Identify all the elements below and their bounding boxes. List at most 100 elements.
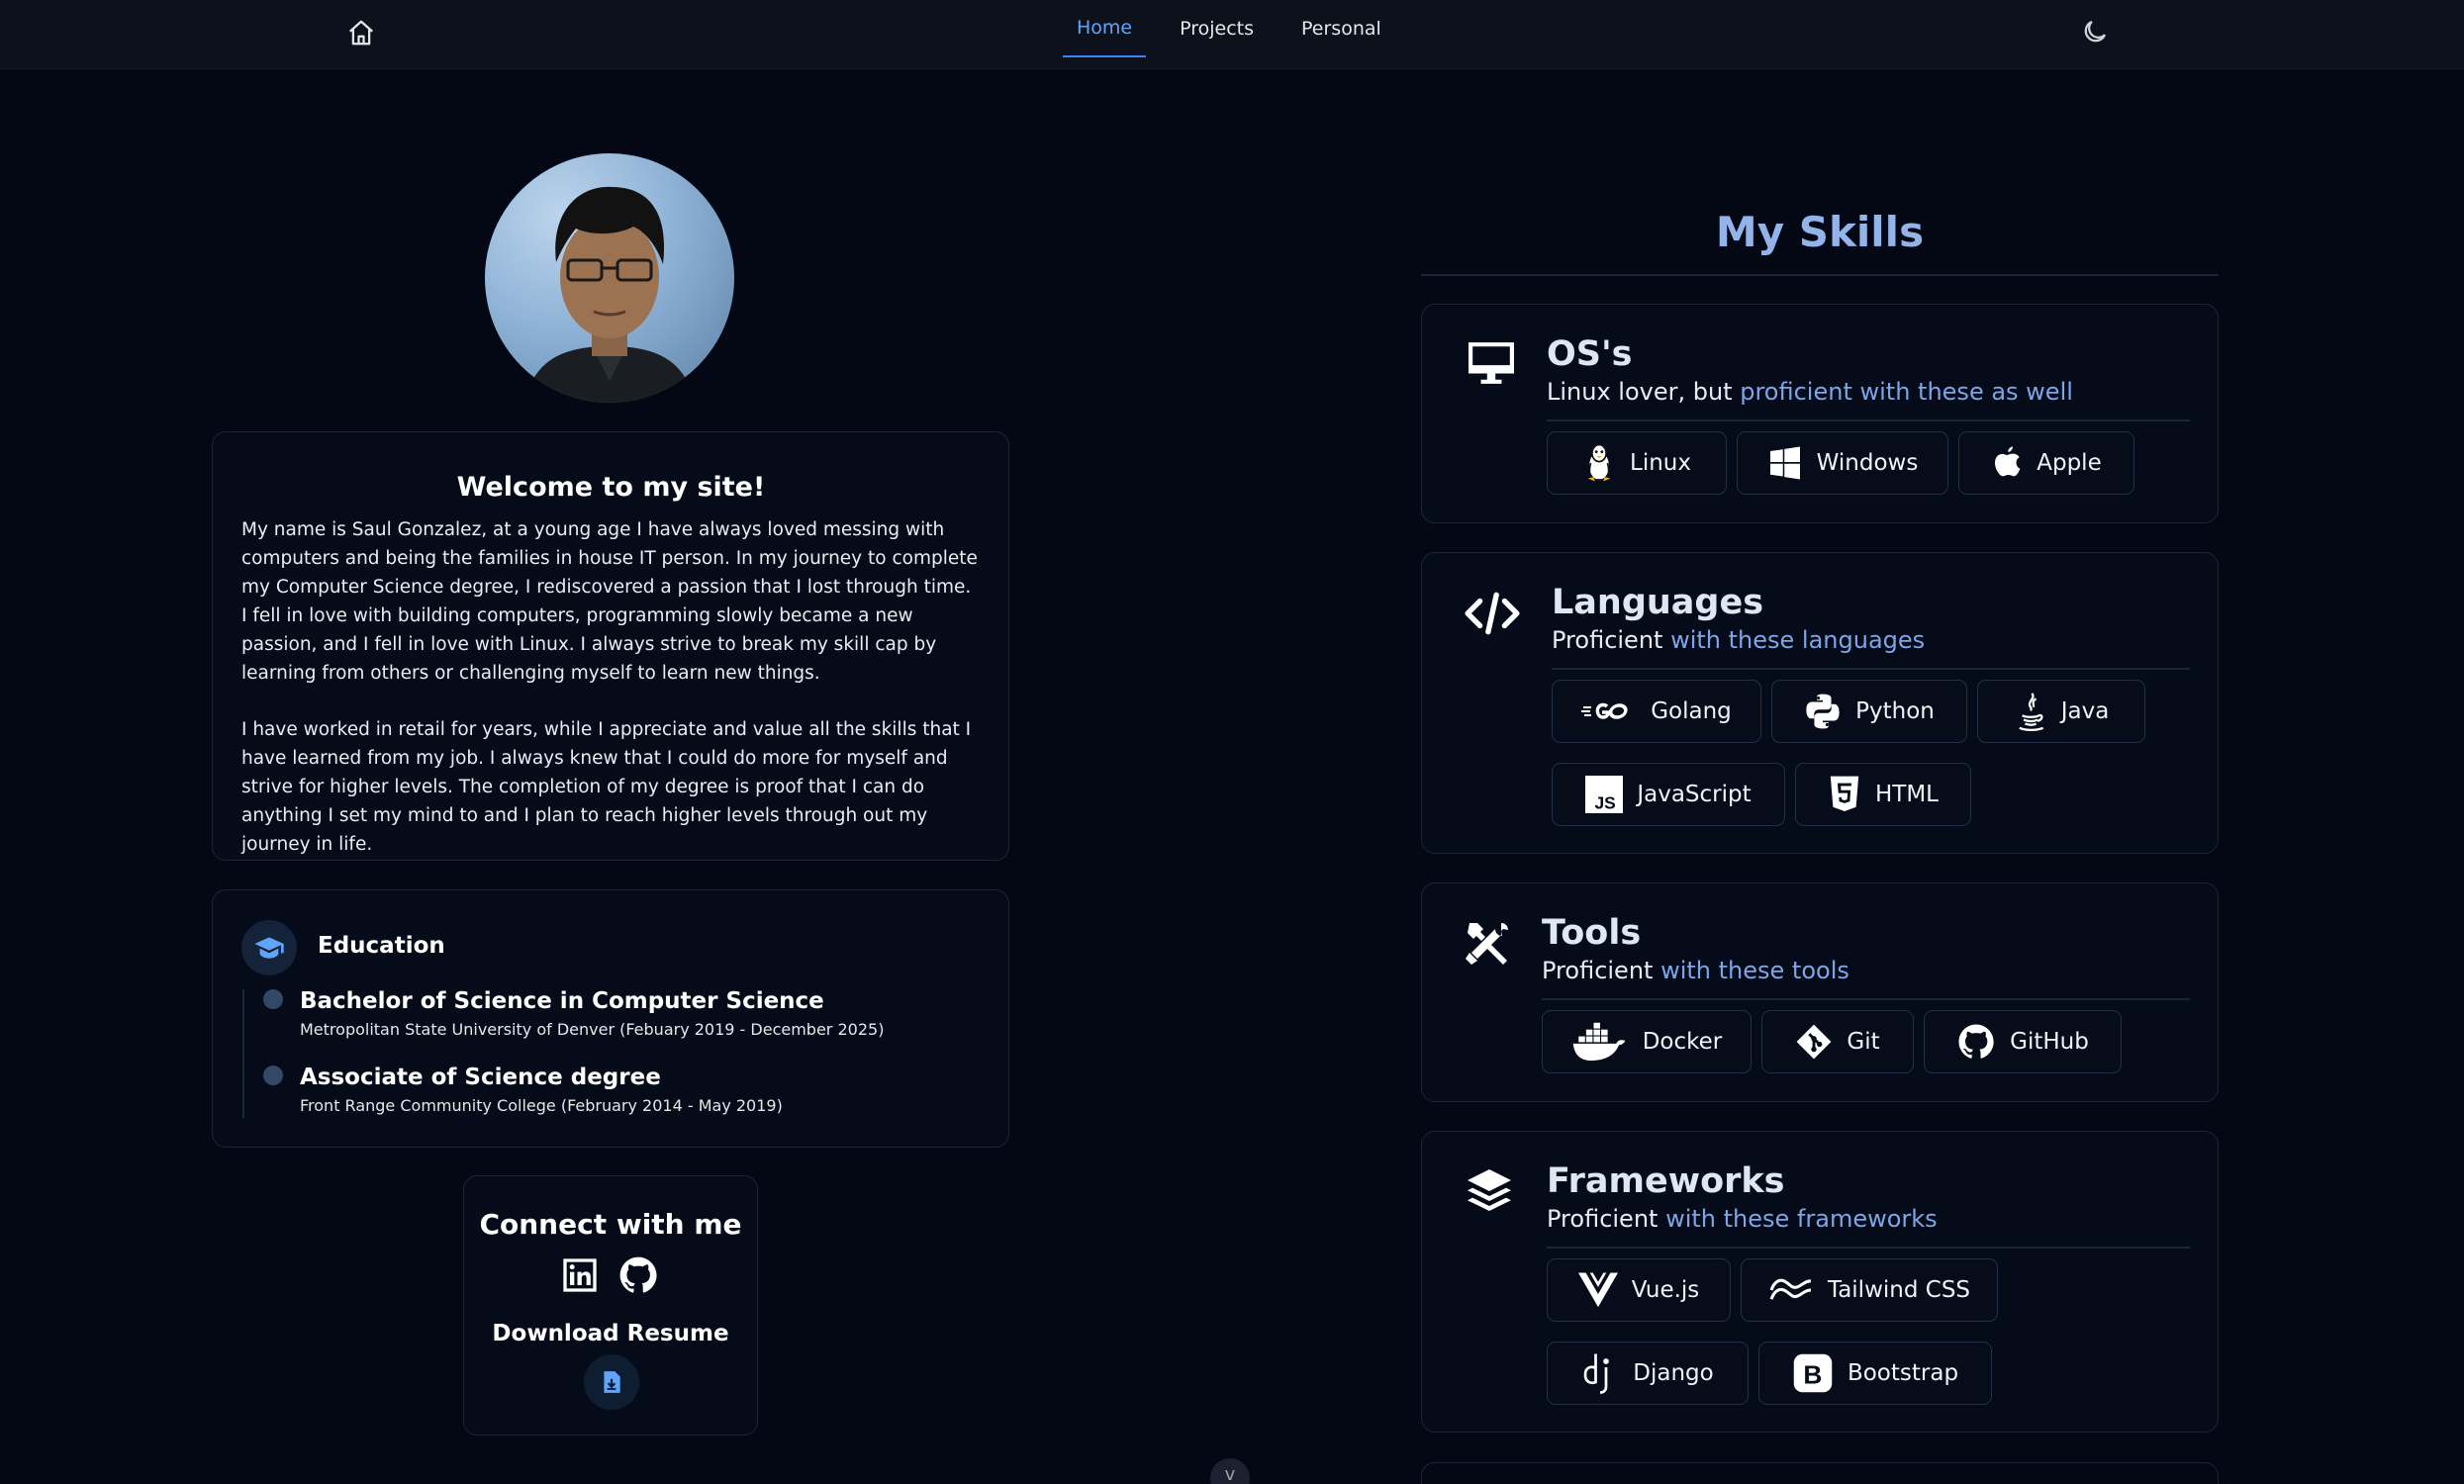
monitor-icon xyxy=(1469,342,1514,384)
section-subtitle: Proficient with these languages xyxy=(1552,626,1925,654)
skill-label: Docker xyxy=(1642,1029,1723,1055)
download-resume-button[interactable] xyxy=(584,1354,639,1410)
section-subtitle: Linux lover, but proficient with these a… xyxy=(1547,378,2073,406)
skill-label: Apple xyxy=(2037,450,2102,476)
golang-icon xyxy=(1581,702,1628,719)
bootstrap-icon: B xyxy=(1793,1353,1833,1393)
divider xyxy=(1547,419,2190,421)
divider xyxy=(1552,668,2190,670)
subtitle-text: with xyxy=(1662,626,1729,654)
skill-chip-java: Java xyxy=(1977,680,2145,743)
connect-title: Connect with me xyxy=(479,1208,742,1241)
skill-chip-vuejs: Vue.js xyxy=(1547,1258,1731,1322)
skill-chip-django: Django xyxy=(1547,1342,1749,1405)
subtitle-text: with xyxy=(1653,957,1719,984)
profile-photo xyxy=(485,153,734,403)
download-resume-label: Download Resume xyxy=(492,1321,729,1346)
welcome-paragraph-1: My name is Saul Gonzalez, at a young age… xyxy=(241,519,978,684)
timeline-line xyxy=(242,989,244,1118)
skill-chip-python: Python xyxy=(1771,680,1967,743)
skill-label: Windows xyxy=(1816,450,1919,476)
skill-chip-html: HTML xyxy=(1795,763,1971,826)
linkedin-icon[interactable] xyxy=(560,1255,600,1295)
skill-chip-windows: Windows xyxy=(1737,431,1948,495)
skills-title: My Skills xyxy=(1715,208,1925,256)
skill-label: HTML xyxy=(1874,782,1939,807)
skill-label: GitHub xyxy=(2010,1029,2089,1055)
git-icon xyxy=(1796,1024,1832,1060)
school-info: Front Range Community College (February … xyxy=(300,1096,783,1115)
subtitle-highlight: these tools xyxy=(1718,957,1849,984)
divider xyxy=(1421,274,2219,276)
django-icon xyxy=(1583,1353,1610,1394)
skill-label: Java xyxy=(2060,698,2110,724)
divider xyxy=(1542,998,2190,1000)
skills-card-os: OS's Linux lover, but proficient with th… xyxy=(1421,304,2219,523)
timeline-dot xyxy=(263,989,283,1009)
skill-label: Git xyxy=(1847,1029,1880,1055)
svg-text:B: B xyxy=(1803,1360,1822,1390)
divider xyxy=(1547,1247,2190,1249)
linux-tux-icon xyxy=(1587,443,1611,482)
nav-link-personal[interactable]: Personal xyxy=(1287,0,1395,57)
github-icon[interactable] xyxy=(617,1254,659,1296)
skill-label: Bootstrap xyxy=(1847,1360,1959,1386)
windows-icon xyxy=(1769,446,1800,480)
tailwind-icon xyxy=(1769,1278,1812,1300)
skills-card-tools: Tools Proficient with these tools Docker… xyxy=(1421,882,2219,1102)
javascript-icon: JS xyxy=(1585,776,1624,813)
education-card: Education Bachelor of Science in Compute… xyxy=(212,889,1009,1148)
skill-chip-git: Git xyxy=(1761,1010,1914,1073)
nav-link-projects[interactable]: Projects xyxy=(1166,0,1268,57)
skill-label: Django xyxy=(1633,1360,1714,1386)
skill-chip-apple: Apple xyxy=(1958,431,2134,495)
nav-link-home[interactable]: Home xyxy=(1063,0,1147,57)
java-icon xyxy=(2019,693,2043,732)
svg-text:JS: JS xyxy=(1595,792,1616,812)
moon-icon[interactable] xyxy=(2080,17,2110,46)
skill-chip-golang: Golang xyxy=(1552,680,1761,743)
vuejs-icon xyxy=(1577,1272,1618,1308)
skill-label: Python xyxy=(1855,698,1935,724)
python-icon xyxy=(1806,694,1840,729)
layers-icon xyxy=(1468,1169,1511,1211)
skills-card-languages: Languages Proficient with these language… xyxy=(1421,552,2219,854)
section-title: Tools xyxy=(1542,913,1642,953)
subtitle-highlight: proficient xyxy=(1740,378,1852,406)
skill-chip-linux: Linux xyxy=(1547,431,1727,495)
skill-chip-bootstrap: B Bootstrap xyxy=(1758,1342,1992,1405)
tools-icon xyxy=(1466,923,1508,965)
nav-links: Home Projects Personal xyxy=(1063,0,1415,69)
skill-chip-tailwind: Tailwind CSS xyxy=(1741,1258,1998,1322)
subtitle-text: with xyxy=(1658,1205,1724,1233)
subtitle-highlight: these frameworks xyxy=(1723,1205,1938,1233)
skills-card-frameworks: Frameworks Proficient with these framewo… xyxy=(1421,1131,2219,1433)
connect-card: Connect with me Download Resume xyxy=(463,1175,758,1436)
welcome-title: Welcome to my site! xyxy=(456,472,766,503)
html5-icon xyxy=(1830,776,1859,811)
subtitle-text: Proficient xyxy=(1552,626,1663,654)
section-subtitle: Proficient with these tools xyxy=(1542,957,1849,984)
welcome-card: Welcome to my site! My name is Saul Gonz… xyxy=(212,431,1009,861)
timeline-dot xyxy=(263,1066,283,1085)
scroll-down-chevron-icon[interactable]: v xyxy=(1210,1458,1250,1484)
subtitle-highlight: these as well xyxy=(1918,378,2073,406)
skill-label: Linux xyxy=(1630,450,1691,476)
skill-chip-javascript: JS JavaScript xyxy=(1552,763,1785,826)
skill-chip-docker: Docker xyxy=(1542,1010,1752,1073)
top-navbar: Home Projects Personal xyxy=(0,0,2464,69)
home-icon[interactable] xyxy=(346,18,376,47)
subtitle-text: with xyxy=(1851,378,1919,406)
subtitle-text: Linux lover, but xyxy=(1547,378,1741,406)
apple-icon xyxy=(1995,446,2021,477)
subtitle-text: Proficient xyxy=(1542,957,1654,984)
skill-label: JavaScript xyxy=(1637,782,1752,807)
section-subtitle: Proficient with these frameworks xyxy=(1547,1205,1938,1233)
subtitle-highlight: these languages xyxy=(1728,626,1926,654)
section-title: Frameworks xyxy=(1547,1161,1785,1201)
degree-title: Associate of Science degree xyxy=(300,1065,661,1090)
section-title: OS's xyxy=(1547,334,1633,374)
skill-chip-github: GitHub xyxy=(1924,1010,2122,1073)
github-icon xyxy=(1958,1024,1994,1059)
school-info: Metropolitan State University of Denver … xyxy=(300,1020,885,1039)
